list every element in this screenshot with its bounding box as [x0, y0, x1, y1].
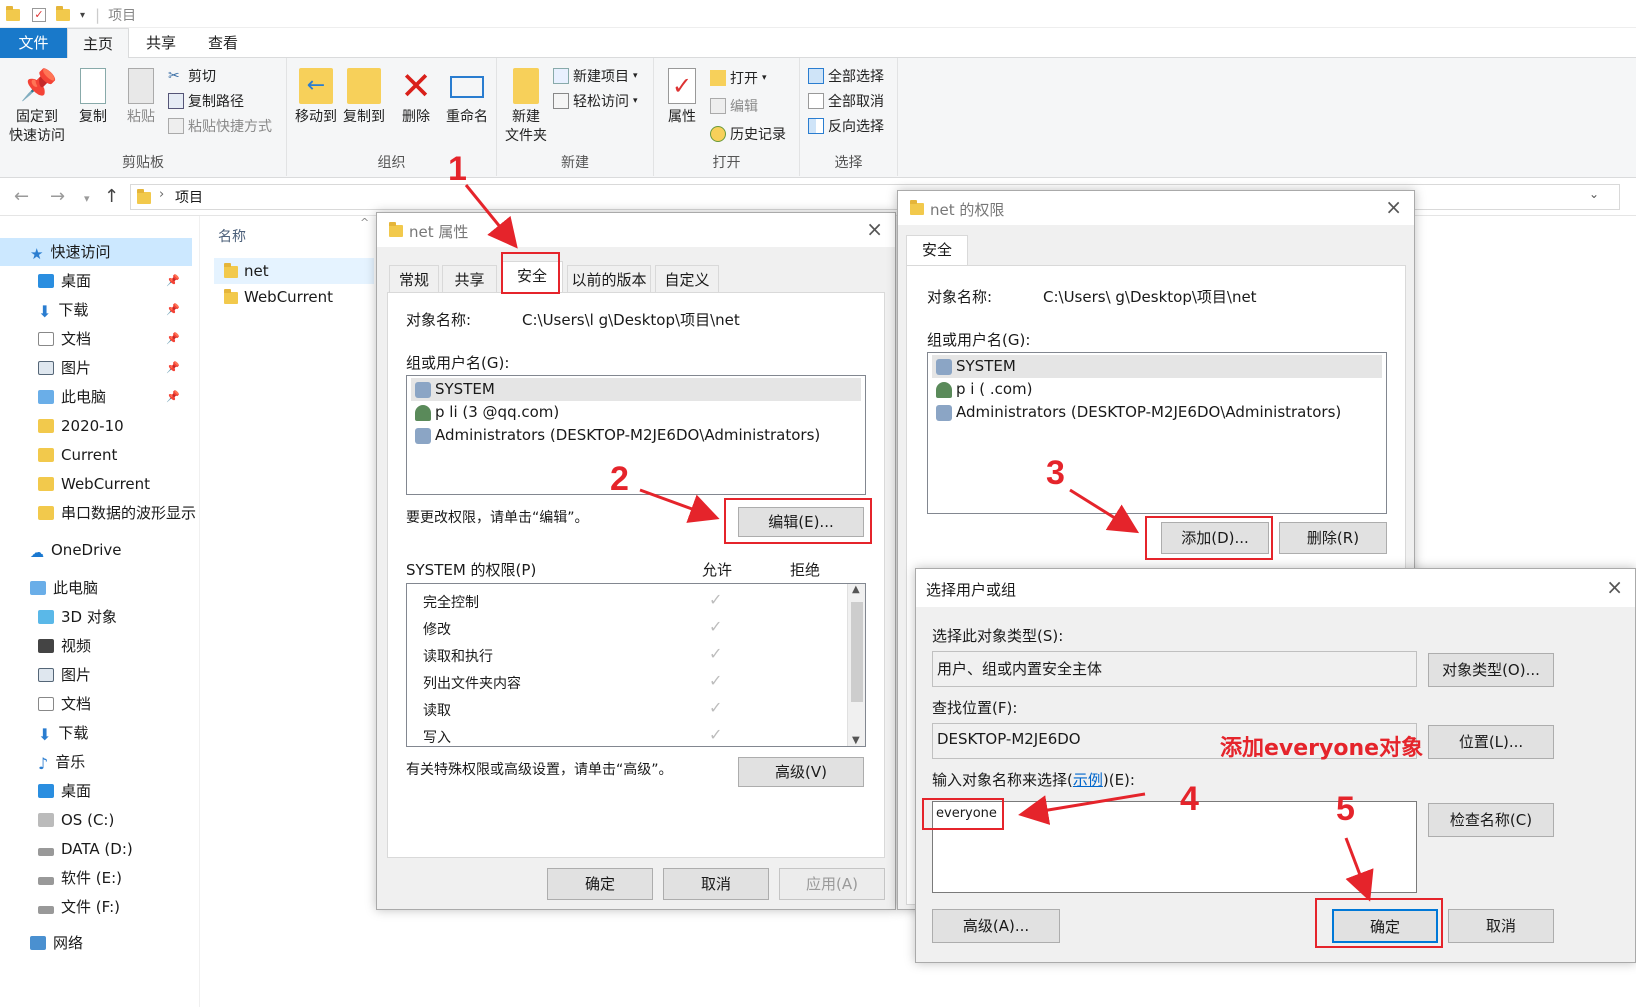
arrow-step-1 [464, 184, 518, 249]
highlight-security-tab [501, 252, 560, 294]
highlight-ok-button [1315, 898, 1443, 948]
arrow-step-2 [639, 488, 720, 523]
arrow-step-3 [1069, 488, 1140, 534]
highlight-everyone-input [922, 798, 1004, 830]
arrow-step-5 [1344, 837, 1374, 902]
highlight-edit-button [724, 498, 872, 544]
step-number: 4 [1180, 780, 1199, 818]
annotation-note: 添加everyone对象 [1220, 736, 1424, 761]
step-number: 2 [610, 460, 629, 498]
arrow-step-4 [1018, 792, 1146, 825]
step-number: 1 [448, 150, 467, 188]
step-number: 3 [1046, 454, 1065, 492]
step-number: 5 [1336, 790, 1355, 828]
highlight-add-button [1145, 516, 1273, 560]
